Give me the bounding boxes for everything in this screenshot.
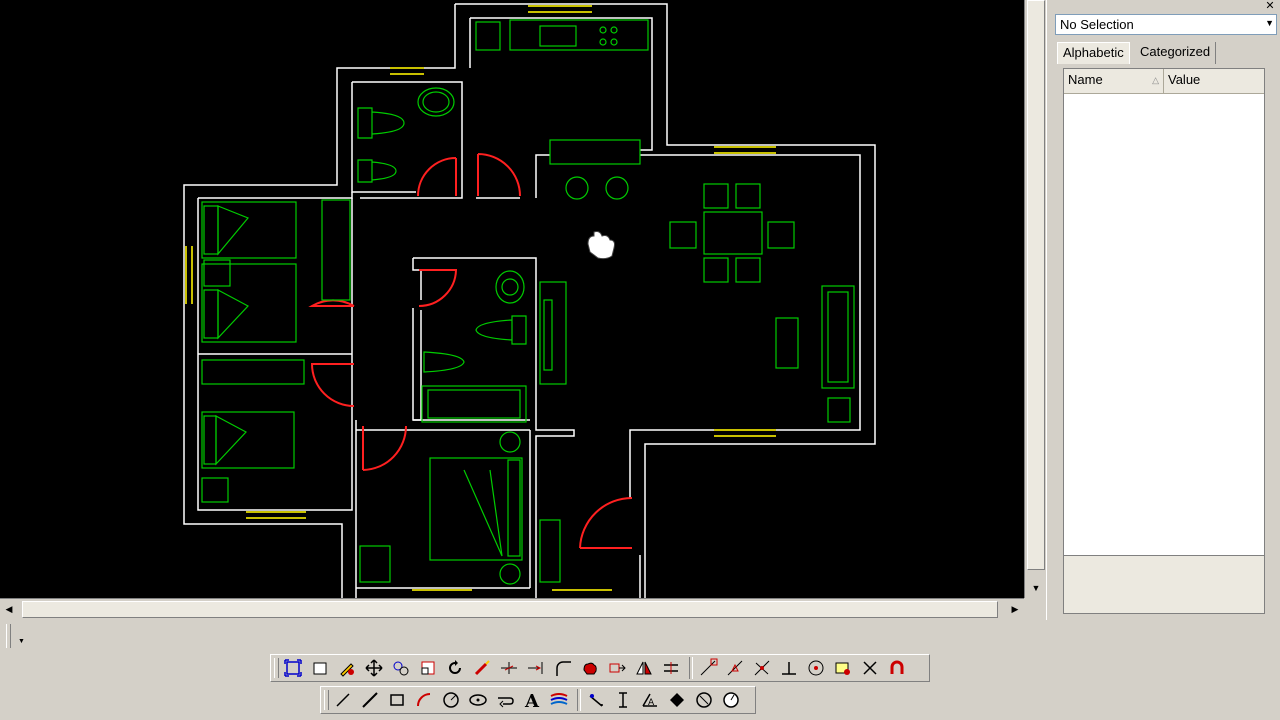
- magnet-icon[interactable]: [885, 657, 908, 679]
- properties-panel: ✕ No Selection ▼ Alphabetic Categorized …: [1046, 0, 1280, 620]
- copy-objects-icon[interactable]: [389, 657, 412, 679]
- stretch-icon[interactable]: [605, 657, 628, 679]
- svg-text:A: A: [524, 691, 540, 710]
- command-bar-grip[interactable]: [6, 624, 11, 648]
- dimension-linear-icon[interactable]: [611, 689, 634, 711]
- horizontal-scrollbar[interactable]: ◀ ▶: [0, 598, 1024, 620]
- wipeout-icon[interactable]: [493, 689, 516, 711]
- windows: [185, 5, 776, 591]
- tab-categorized[interactable]: Categorized: [1135, 42, 1217, 64]
- text-icon[interactable]: A: [520, 689, 543, 711]
- property-grid[interactable]: Name △ Value: [1063, 68, 1265, 556]
- region-icon[interactable]: [692, 689, 715, 711]
- hatch-icon[interactable]: [547, 689, 570, 711]
- mirror-icon[interactable]: [632, 657, 655, 679]
- scroll-left-arrow-icon[interactable]: ◀: [2, 602, 16, 616]
- scale-box-icon[interactable]: [416, 657, 439, 679]
- svg-text:A: A: [648, 698, 655, 708]
- zoom-extents-icon[interactable]: [281, 657, 304, 679]
- property-grid-header: Name △ Value: [1064, 69, 1264, 94]
- vertical-scroll-thumb[interactable]: [1027, 0, 1045, 570]
- snap-circle-icon[interactable]: [719, 689, 742, 711]
- property-description-pane: [1063, 556, 1265, 614]
- pan-hand-icon[interactable]: [578, 657, 601, 679]
- draw-toolbar: A A: [320, 686, 756, 714]
- offset-icon[interactable]: [659, 657, 682, 679]
- snap-midpoint-icon[interactable]: [723, 657, 746, 679]
- horizontal-scroll-thumb[interactable]: [22, 601, 998, 618]
- scroll-down-arrow-icon[interactable]: ▼: [1028, 580, 1044, 596]
- point-icon[interactable]: [665, 689, 688, 711]
- toolbar-grip[interactable]: [324, 690, 329, 710]
- vertical-scrollbar[interactable]: ▼: [1024, 0, 1047, 598]
- scroll-right-arrow-icon[interactable]: ▶: [1008, 602, 1022, 616]
- toolbar-separator: [689, 657, 693, 679]
- drawing-canvas[interactable]: [0, 0, 1024, 598]
- snap-intersection-icon[interactable]: [750, 657, 773, 679]
- ellipse-icon[interactable]: [466, 689, 489, 711]
- dimension-aligned-icon[interactable]: [584, 689, 607, 711]
- command-bar: ▼: [0, 620, 1280, 656]
- close-icon[interactable]: ✕: [1263, 0, 1277, 12]
- line-icon[interactable]: [331, 689, 354, 711]
- snap-perpendicular-icon[interactable]: [777, 657, 800, 679]
- chevron-down-icon[interactable]: ▼: [1265, 18, 1274, 28]
- snap-center-icon[interactable]: [804, 657, 827, 679]
- modify-toolbar: [270, 654, 930, 682]
- select-rectangle-icon[interactable]: [308, 657, 331, 679]
- column-header-name[interactable]: Name △: [1064, 69, 1164, 93]
- walls: [183, 3, 876, 598]
- snap-node-icon[interactable]: [831, 657, 854, 679]
- rectangle-icon[interactable]: [385, 689, 408, 711]
- explode-icon[interactable]: [470, 657, 493, 679]
- command-dropdown-icon[interactable]: ▼: [18, 638, 25, 645]
- rotate-icon[interactable]: [443, 657, 466, 679]
- fillet-icon[interactable]: [551, 657, 574, 679]
- selection-dropdown[interactable]: No Selection ▼: [1055, 14, 1277, 35]
- dimension-angle-icon[interactable]: A: [638, 689, 661, 711]
- arc-icon[interactable]: [412, 689, 435, 711]
- column-header-value[interactable]: Value: [1164, 69, 1200, 93]
- move-icon[interactable]: [362, 657, 385, 679]
- floor-plan-drawing: [183, 3, 876, 598]
- furniture: [201, 19, 855, 585]
- snap-off-icon[interactable]: [858, 657, 881, 679]
- extend-icon[interactable]: [524, 657, 547, 679]
- edit-pen-icon[interactable]: [335, 657, 358, 679]
- polyline-icon[interactable]: [358, 689, 381, 711]
- sort-triangle-icon: △: [1152, 75, 1159, 85]
- pan-hand-cursor: [587, 231, 615, 260]
- snap-endpoint-icon[interactable]: [696, 657, 719, 679]
- selection-value: No Selection: [1060, 17, 1134, 32]
- circle-icon[interactable]: [439, 689, 462, 711]
- toolbar-separator: [577, 689, 581, 711]
- trim-icon[interactable]: [497, 657, 520, 679]
- toolbar-grip[interactable]: [274, 658, 279, 678]
- tab-alphabetic[interactable]: Alphabetic: [1057, 42, 1130, 64]
